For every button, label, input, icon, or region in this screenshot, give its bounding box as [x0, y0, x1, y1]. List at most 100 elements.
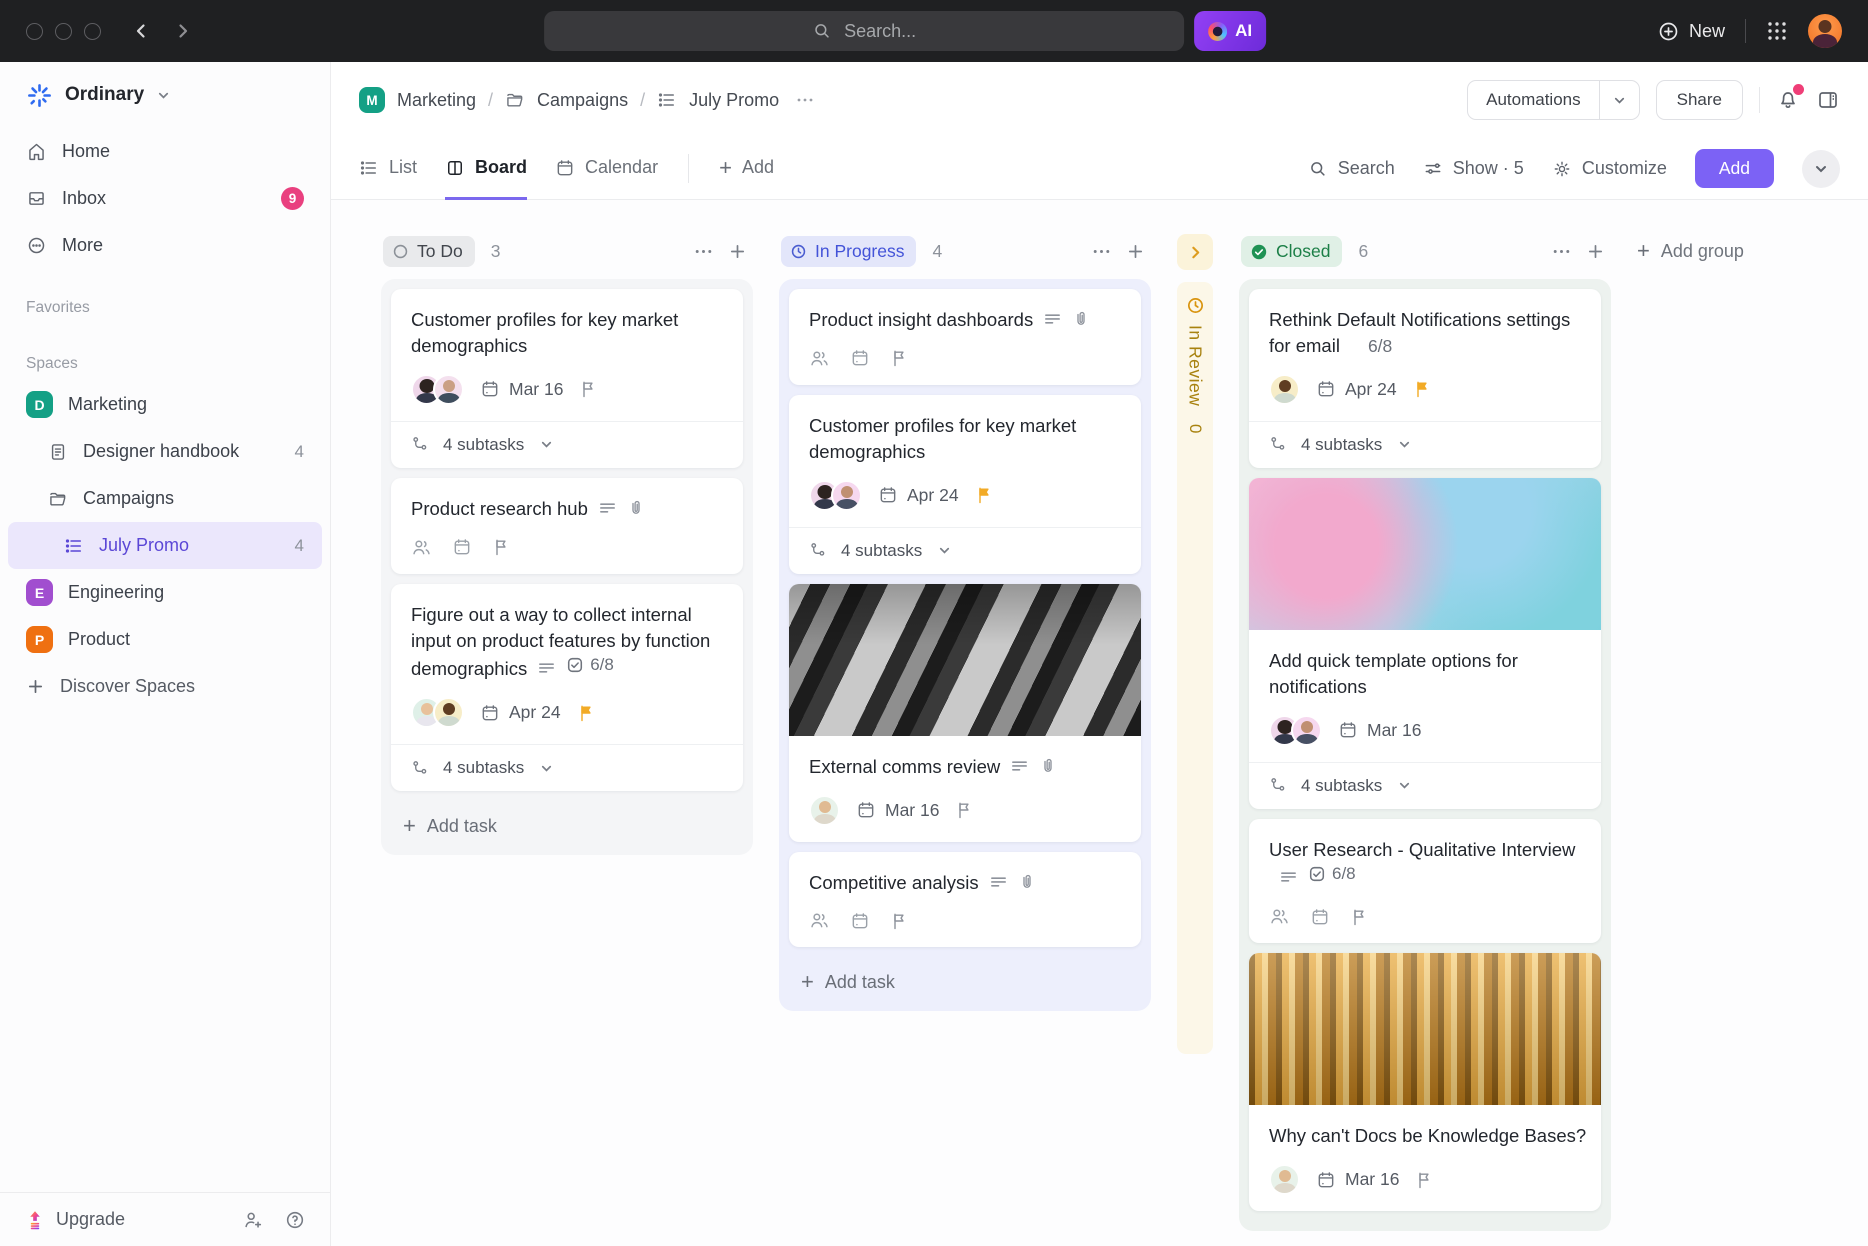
task-card[interactable]: Why can't Docs be Knowledge Bases?Mar 16: [1249, 953, 1601, 1211]
tab-list[interactable]: List: [359, 138, 417, 200]
add-task-button[interactable]: +Add task: [789, 957, 1141, 1001]
task-card[interactable]: Customer profiles for key market demogra…: [789, 395, 1141, 574]
notifications-bell-icon[interactable]: [1776, 88, 1800, 112]
priority-placeholder-icon[interactable]: [890, 911, 910, 931]
assignee-avatar[interactable]: [1269, 374, 1300, 405]
add-task-primary-button[interactable]: Add: [1695, 149, 1774, 188]
upgrade-label[interactable]: Upgrade: [56, 1209, 125, 1230]
assignee-avatars[interactable]: [411, 697, 464, 728]
sidebar-item-campaigns[interactable]: Campaigns: [0, 475, 330, 522]
tab-board[interactable]: Board: [445, 138, 527, 200]
invite-user-icon[interactable]: [242, 1209, 264, 1231]
due-date-placeholder-icon[interactable]: [850, 911, 870, 931]
column-more-icon[interactable]: [1091, 241, 1112, 262]
add-view-button[interactable]: + Add: [719, 138, 774, 200]
priority-flag-icon[interactable]: [955, 800, 975, 820]
due-date[interactable]: Apr 24: [480, 702, 561, 723]
column-status-pill[interactable]: In Progress: [781, 236, 916, 267]
assignee-avatars[interactable]: [1269, 374, 1300, 405]
assignee-avatar[interactable]: [433, 697, 464, 728]
sidebar-item-inbox[interactable]: Inbox 9: [0, 175, 330, 222]
add-task-button[interactable]: +Add task: [391, 801, 743, 845]
add-options-chevron[interactable]: [1802, 150, 1840, 188]
priority-flag-icon[interactable]: [1415, 1170, 1435, 1190]
customize-button[interactable]: Customize: [1552, 158, 1667, 179]
show-filter-button[interactable]: Show · 5: [1423, 158, 1524, 179]
user-avatar[interactable]: [1808, 14, 1842, 48]
column-add-icon[interactable]: [1126, 242, 1145, 261]
assignees-placeholder-icon[interactable]: [1269, 906, 1290, 927]
workspace-switcher[interactable]: Ordinary: [0, 62, 330, 128]
column-add-icon[interactable]: [728, 242, 747, 261]
automations-button[interactable]: Automations: [1467, 80, 1640, 120]
favorites-section-label[interactable]: Favorites: [0, 299, 330, 317]
forward-button[interactable]: [173, 21, 193, 41]
assignees-placeholder-icon[interactable]: [411, 537, 432, 558]
due-date[interactable]: Apr 24: [878, 485, 959, 506]
priority-flag-icon[interactable]: [1413, 379, 1433, 399]
due-date[interactable]: Mar 16: [480, 379, 563, 400]
due-date[interactable]: Mar 16: [856, 800, 939, 821]
priority-flag-icon[interactable]: [577, 703, 597, 723]
help-icon[interactable]: [284, 1209, 306, 1231]
breadcrumb-list[interactable]: July Promo: [689, 90, 779, 111]
task-card[interactable]: Rethink Default Notifications settings f…: [1249, 289, 1601, 468]
apps-grid-icon[interactable]: [1766, 20, 1788, 42]
subtasks-toggle[interactable]: 4 subtasks: [789, 527, 1141, 574]
breadcrumb-space[interactable]: Marketing: [397, 90, 476, 111]
assignee-avatar[interactable]: [433, 374, 464, 405]
window-controls[interactable]: [26, 23, 101, 40]
sidebar-item-home[interactable]: Home: [0, 128, 330, 175]
column-more-icon[interactable]: [1551, 241, 1572, 262]
due-date[interactable]: Mar 16: [1316, 1169, 1399, 1190]
subtasks-toggle[interactable]: 4 subtasks: [1249, 762, 1601, 809]
column-status-pill[interactable]: Closed: [1241, 236, 1342, 267]
assignee-avatar[interactable]: [1269, 1164, 1300, 1195]
breadcrumb-more-icon[interactable]: [795, 90, 815, 110]
sidebar-space-marketing[interactable]: D Marketing: [0, 381, 330, 428]
automations-label[interactable]: Automations: [1468, 81, 1599, 119]
priority-placeholder-icon[interactable]: [1350, 907, 1370, 927]
expand-column-button[interactable]: [1177, 234, 1213, 270]
add-group-button[interactable]: +Add group: [1637, 240, 1744, 262]
assignee-avatars[interactable]: [1269, 715, 1322, 746]
breadcrumb-folder[interactable]: Campaigns: [537, 90, 628, 111]
due-date-placeholder-icon[interactable]: [452, 537, 472, 557]
task-card[interactable]: Add quick template options for notificat…: [1249, 478, 1601, 809]
priority-flag-icon[interactable]: [579, 379, 599, 399]
assignee-avatar[interactable]: [1291, 715, 1322, 746]
sidebar-item-july-promo[interactable]: July Promo 4: [8, 522, 322, 569]
column-status-pill[interactable]: To Do: [383, 236, 475, 267]
sidebar-space-product[interactable]: P Product: [0, 616, 330, 663]
window-control-dot[interactable]: [84, 23, 101, 40]
task-card[interactable]: Competitive analysis: [789, 852, 1141, 948]
board-search-button[interactable]: Search: [1308, 158, 1395, 179]
back-button[interactable]: [131, 21, 151, 41]
subtasks-toggle[interactable]: 4 subtasks: [391, 421, 743, 468]
assignee-avatars[interactable]: [1269, 1164, 1300, 1195]
priority-placeholder-icon[interactable]: [492, 537, 512, 557]
sidebar-item-more[interactable]: More: [0, 222, 330, 269]
window-control-dot[interactable]: [55, 23, 72, 40]
priority-placeholder-icon[interactable]: [890, 348, 910, 368]
task-card[interactable]: Product insight dashboards: [789, 289, 1141, 385]
tab-calendar[interactable]: Calendar: [555, 138, 658, 200]
sidebar-space-engineering[interactable]: E Engineering: [0, 569, 330, 616]
assignees-placeholder-icon[interactable]: [809, 910, 830, 931]
subtasks-toggle[interactable]: 4 subtasks: [391, 744, 743, 791]
due-date[interactable]: Apr 24: [1316, 379, 1397, 400]
task-card[interactable]: Figure out a way to collect internal inp…: [391, 584, 743, 792]
sidebar-item-designer-handbook[interactable]: Designer handbook 4: [0, 428, 330, 475]
column-add-icon[interactable]: [1586, 242, 1605, 261]
new-button[interactable]: New: [1658, 21, 1725, 42]
ai-button[interactable]: AI: [1194, 11, 1266, 51]
assignee-avatar[interactable]: [831, 480, 862, 511]
window-control-dot[interactable]: [26, 23, 43, 40]
task-card[interactable]: Customer profiles for key market demogra…: [391, 289, 743, 468]
share-button[interactable]: Share: [1656, 80, 1743, 120]
sidebar-item-discover-spaces[interactable]: Discover Spaces: [0, 663, 330, 710]
assignee-avatars[interactable]: [809, 480, 862, 511]
priority-flag-icon[interactable]: [975, 485, 995, 505]
global-search-input[interactable]: Search...: [544, 11, 1184, 51]
column-more-icon[interactable]: [693, 241, 714, 262]
